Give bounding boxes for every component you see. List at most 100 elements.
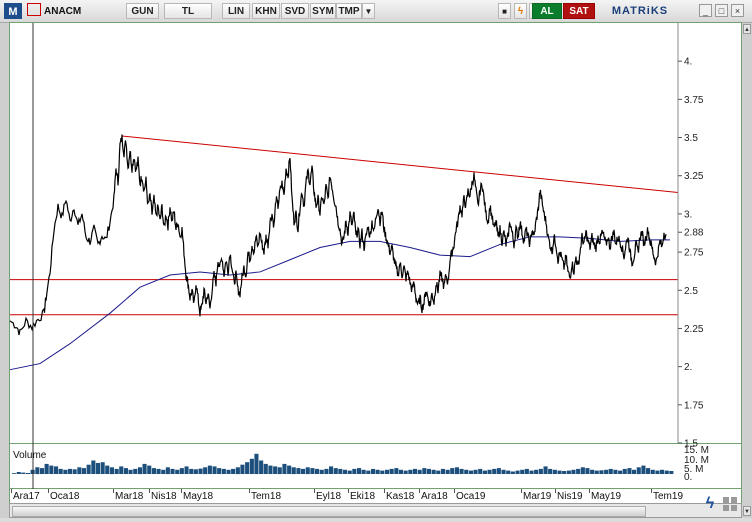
volume-bar <box>21 472 26 474</box>
volume-bar <box>375 469 380 474</box>
volume-bar <box>366 470 371 474</box>
x-tick-label: Nis19 <box>557 491 583 502</box>
volume-bar <box>520 469 525 474</box>
x-tick-label: Oca19 <box>456 491 486 502</box>
volume-bar <box>655 470 660 474</box>
y-tick-label: 1.75 <box>684 400 704 411</box>
y-tick-label: 2.25 <box>684 324 704 335</box>
volume-bar <box>109 467 114 475</box>
y-tick-label: 4. <box>684 57 692 68</box>
volume-bar <box>385 469 390 474</box>
volume-bar <box>557 470 562 474</box>
sync-icon[interactable]: ϟ <box>701 495 719 513</box>
volume-bar <box>315 468 320 474</box>
volume-bar <box>245 462 250 474</box>
volume-bar <box>543 466 548 474</box>
volume-bar <box>632 469 637 474</box>
volume-bar <box>184 466 189 474</box>
y-tick-label: 2.75 <box>684 248 704 259</box>
zoom-out-icon[interactable] <box>731 497 737 503</box>
price-chart[interactable]: 4.3.753.53.253.2.882.752.52.252.1.751.5 … <box>0 0 752 522</box>
volume-bar <box>627 468 632 474</box>
x-tick <box>589 489 590 493</box>
volume-bar <box>128 469 133 474</box>
horizontal-scrollbar[interactable] <box>9 503 742 518</box>
volume-bar <box>347 470 352 474</box>
x-tick-label: Tem19 <box>653 491 684 502</box>
volume-bar <box>137 467 142 475</box>
volume-bar <box>319 469 324 474</box>
zoom-controls[interactable] <box>723 497 743 515</box>
volume-bar <box>310 468 315 474</box>
volume-bar <box>119 466 124 474</box>
volume-tick-label: 0. <box>684 472 692 483</box>
volume-bar <box>660 469 665 474</box>
x-tick <box>651 489 652 493</box>
x-tick-label: Ara17 <box>13 491 40 502</box>
volume-bar <box>226 469 231 474</box>
y-tick-label: 3.25 <box>684 171 704 182</box>
volume-bar <box>585 468 590 474</box>
volume-bar <box>235 467 240 475</box>
volume-bar <box>291 467 296 475</box>
volume-bar <box>445 469 450 474</box>
volume-bar <box>669 471 674 474</box>
x-tick-label: Eki18 <box>350 491 376 502</box>
pan-right-icon[interactable] <box>731 505 737 511</box>
volume-bar <box>133 468 138 474</box>
volume-bar <box>482 470 487 474</box>
x-tick <box>249 489 250 493</box>
volume-bar <box>329 466 334 474</box>
volume-bar <box>599 470 604 474</box>
volume-bar <box>203 467 208 475</box>
volume-bar <box>412 468 417 474</box>
x-tick-label: Mar19 <box>523 491 552 502</box>
x-tick-label: Ara18 <box>421 491 448 502</box>
volume-bar <box>506 470 511 474</box>
volume-bar <box>431 469 436 474</box>
volume-bar <box>287 465 292 474</box>
volume-bar <box>231 468 236 474</box>
volume-bar <box>114 468 119 474</box>
volume-bar <box>646 468 651 474</box>
volume-bar <box>552 469 557 474</box>
y-tick-label: 2. <box>684 362 692 373</box>
zoom-in-icon[interactable] <box>723 497 729 503</box>
volume-bar <box>63 469 68 474</box>
volume-bar <box>268 465 273 474</box>
volume-bar <box>641 465 646 474</box>
y-tick-label: 3.75 <box>684 95 704 106</box>
volume-bar <box>492 468 497 474</box>
scroll-thumb[interactable] <box>12 506 646 517</box>
volume-bar <box>534 469 539 474</box>
x-tick <box>11 489 12 493</box>
volume-bar <box>16 472 21 474</box>
volume-bar <box>478 468 483 474</box>
volume-bar <box>170 468 175 474</box>
volume-bar <box>403 470 408 474</box>
volume-bar <box>436 470 441 474</box>
volume-bar <box>398 469 403 474</box>
volume-bar <box>324 468 329 474</box>
volume-bar <box>77 467 82 475</box>
x-tick <box>555 489 556 493</box>
volume-bar <box>296 468 301 474</box>
x-tick-label: Tem18 <box>251 491 282 502</box>
volume-bar <box>580 467 585 475</box>
x-tick-label: Nis18 <box>151 491 177 502</box>
volume-bar <box>524 468 529 474</box>
pan-left-icon[interactable] <box>723 505 729 511</box>
volume-bar <box>389 468 394 474</box>
volume-bar <box>473 469 478 474</box>
x-tick-label: Mar18 <box>115 491 144 502</box>
x-tick-label: May19 <box>591 491 622 502</box>
volume-label: Volume <box>13 450 47 461</box>
volume-bar <box>464 469 469 474</box>
volume-bar <box>165 467 170 475</box>
x-tick <box>181 489 182 493</box>
volume-bar <box>49 465 54 474</box>
volume-bar <box>343 469 348 474</box>
volume-bar <box>618 470 623 474</box>
volume-bar <box>576 468 581 474</box>
volume-bar <box>562 471 567 474</box>
